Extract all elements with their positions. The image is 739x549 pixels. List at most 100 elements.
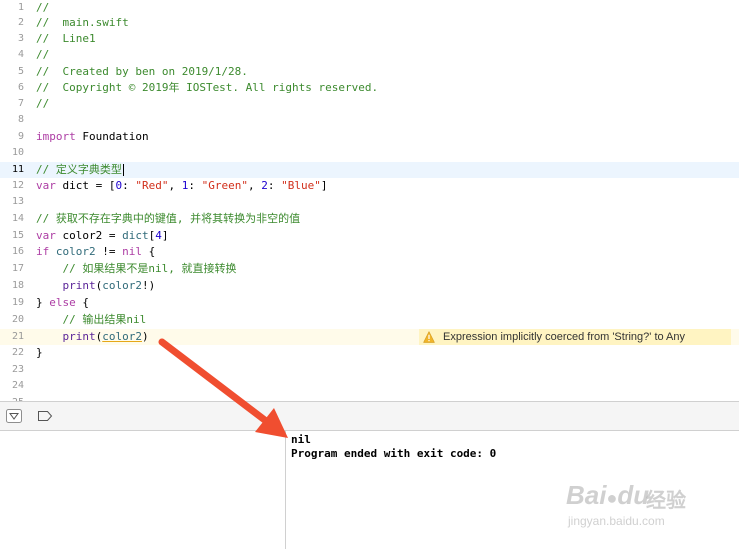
line-number: 4 <box>17 49 24 60</box>
line-number: 5 <box>17 66 24 77</box>
code-text: // 获取不存在字典中的键值, 并将其转换为非空的值 <box>36 212 301 225</box>
line-number: 8 <box>17 114 24 125</box>
baidu-watermark: Bai●du 经验 jingyan.baidu.com <box>566 480 736 540</box>
line-number: 2 <box>17 17 24 28</box>
string-token: "Green" <box>201 179 248 192</box>
code-line[interactable]: 5 // Created by ben on 2019/1/28. <box>0 64 739 80</box>
code-line[interactable]: 12 var dict = [0: "Red", 1: "Green", 2: … <box>0 178 739 194</box>
code-line[interactable]: 15 var color2 = dict[4] <box>0 228 739 244</box>
code-text: // Line1 <box>36 32 96 45</box>
watermark-logo: Bai●du <box>566 480 649 511</box>
number-token: 4 <box>155 229 162 242</box>
code-line[interactable]: 19 } else { <box>0 295 739 311</box>
line-number: 14 <box>11 213 24 224</box>
code-line[interactable]: 6 // Copyright © 2019年 IOSTest. All righ… <box>0 80 739 96</box>
watermark-logo-part: Bai <box>566 480 607 510</box>
code-text: print(color2!) <box>36 278 156 294</box>
keyword-token: if <box>36 245 50 258</box>
code-line[interactable]: 2 // main.swift <box>0 15 739 31</box>
code-text: // 如果结果不是nil, 就直接转换 <box>36 262 237 275</box>
line-number: 19 <box>11 297 24 308</box>
plain-token: Foundation <box>75 130 149 143</box>
inline-warning-banner[interactable]: Expression implicitly coerced from 'Stri… <box>419 329 731 345</box>
keyword-token: var <box>36 229 56 242</box>
code-line[interactable]: 3 // Line1 <box>0 31 739 47</box>
code-line[interactable]: 18 print(color2!) <box>0 278 739 294</box>
indent-token <box>36 279 63 292</box>
plain-token: !) <box>142 279 156 292</box>
code-text: // <box>36 48 50 61</box>
line-number: 1 <box>17 2 24 13</box>
code-line[interactable]: 20 // 输出结果nil <box>0 312 739 328</box>
line-number: 17 <box>11 263 24 274</box>
code-line[interactable]: 10 <box>0 145 739 161</box>
warning-triangle-icon <box>423 331 435 343</box>
code-text: // Copyright © 2019年 IOSTest. All rights… <box>36 81 379 94</box>
code-text: } else { <box>36 295 89 311</box>
code-text: // Created by ben on 2019/1/28. <box>36 65 248 78</box>
plain-token: ] <box>320 179 328 192</box>
string-token: "Red" <box>135 179 169 192</box>
plain-token: ) <box>142 330 149 343</box>
keyword-token: var <box>36 179 56 192</box>
line-number: 22 <box>11 347 24 358</box>
plain-token: { <box>75 296 89 309</box>
line-number: 6 <box>17 82 24 93</box>
line-number: 13 <box>11 196 24 207</box>
line-number: 3 <box>17 33 24 44</box>
text-cursor <box>122 164 124 176</box>
code-line[interactable]: 9 import Foundation <box>0 129 739 145</box>
code-line[interactable]: 7 // <box>0 96 739 112</box>
variable-token: color2 <box>49 245 96 258</box>
code-line[interactable]: 1 // <box>0 0 739 16</box>
code-text: // 输出结果nil <box>36 313 147 326</box>
line-number: 23 <box>11 364 24 375</box>
code-text: if color2 != nil { <box>36 244 155 260</box>
line-number: 11 <box>11 164 24 175</box>
function-token: print <box>62 330 96 343</box>
keyword-token: else <box>49 296 76 309</box>
code-line[interactable]: 14 // 获取不存在字典中的键值, 并将其转换为非空的值 <box>0 211 739 227</box>
paw-icon: ● <box>606 488 618 508</box>
number-token: 2 <box>261 179 268 192</box>
indent-token <box>36 330 63 343</box>
comment-token: // 定义字典类型 <box>36 163 122 176</box>
line-number: 10 <box>11 147 24 158</box>
console-line: Program ended with exit code: 0 <box>291 447 497 460</box>
line-number: 18 <box>11 280 24 291</box>
line-number: 21 <box>11 331 24 342</box>
plain-token: } <box>36 296 50 309</box>
plain-token: != <box>95 245 123 258</box>
code-line[interactable]: 13 <box>0 194 739 210</box>
warning-message: Expression implicitly coerced from 'Stri… <box>443 331 686 343</box>
plain-token: , <box>168 179 182 192</box>
line-number: 20 <box>11 314 24 325</box>
code-text: // 定义字典类型 <box>36 162 124 178</box>
code-line[interactable]: 17 // 如果结果不是nil, 就直接转换 <box>0 261 739 277</box>
watermark-cn: 经验 <box>646 490 686 512</box>
code-line[interactable]: 24 <box>0 378 739 394</box>
code-line[interactable]: 16 if color2 != nil { <box>0 244 739 260</box>
keyword-token: import <box>36 130 76 143</box>
code-line[interactable]: 4 // <box>0 47 739 63</box>
current-code-line[interactable]: 11 // 定义字典类型 <box>0 162 739 178</box>
function-token: print <box>62 279 96 292</box>
triangle-down-icon[interactable] <box>6 409 22 423</box>
plain-token: , <box>247 179 262 192</box>
line-number: 12 <box>11 180 24 191</box>
code-line[interactable]: 8 <box>0 112 739 128</box>
debug-area-toolbar <box>0 401 739 431</box>
warned-variable-token[interactable]: color2 <box>102 330 142 343</box>
code-text: var color2 = dict[4] <box>36 228 168 244</box>
console-split-divider[interactable] <box>285 431 286 549</box>
breakpoint-tag-icon[interactable] <box>37 409 53 423</box>
plain-token: dict = [ <box>55 179 116 192</box>
watermark-url: jingyan.baidu.com <box>568 514 665 528</box>
code-line[interactable]: 22 } <box>0 345 739 361</box>
plain-token: ] <box>161 229 169 242</box>
code-editor[interactable]: 1 // 2 // main.swift 3 // Line1 4 // 5 /… <box>0 0 739 401</box>
plain-token: : <box>267 179 282 192</box>
code-text: import Foundation <box>36 129 149 145</box>
code-line[interactable]: 23 <box>0 362 739 378</box>
string-token: "Blue" <box>281 179 321 192</box>
